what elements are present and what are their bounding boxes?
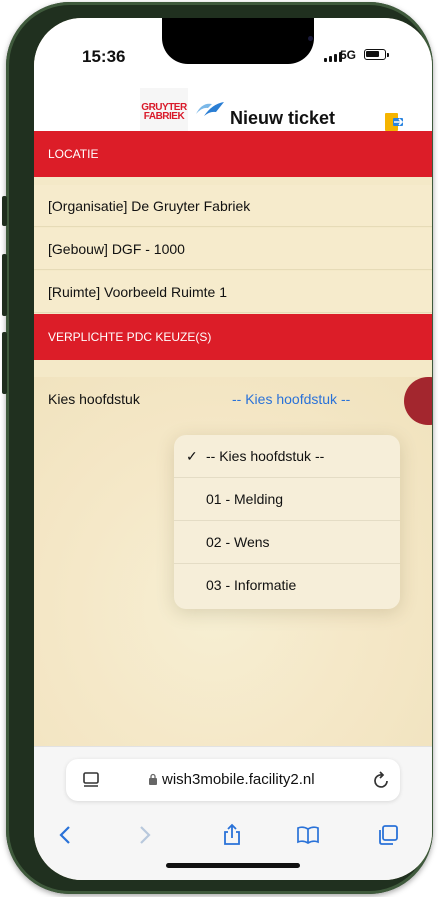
location-row-room[interactable]: [Ruimte] Voorbeeld Ruimte 1 bbox=[34, 271, 432, 313]
status-bar: 15:36 5G bbox=[34, 18, 432, 88]
forward-icon[interactable] bbox=[132, 823, 156, 847]
page-menu-icon[interactable] bbox=[82, 771, 100, 789]
location-row-organisation[interactable]: [Organisatie] De Gruyter Fabriek bbox=[34, 185, 432, 227]
location-row-building[interactable]: [Gebouw] DGF - 1000 bbox=[34, 228, 432, 270]
pdc-section-header: VERPLICHTE PDC KEUZE(S) bbox=[34, 314, 432, 360]
mute-switch bbox=[2, 196, 7, 226]
dropdown-option[interactable]: 01 - Melding bbox=[174, 478, 400, 521]
exit-icon[interactable] bbox=[384, 112, 404, 132]
dropdown-option[interactable]: 02 - Wens bbox=[174, 521, 400, 564]
bookmarks-icon[interactable] bbox=[296, 823, 320, 847]
back-icon[interactable] bbox=[54, 823, 78, 847]
dropdown-option-label: -- Kies hoofdstuk -- bbox=[206, 448, 325, 464]
dropdown-option-label: 02 - Wens bbox=[206, 534, 270, 550]
browser-toolbar: wish3mobile.facility2.nl bbox=[34, 746, 432, 880]
network-type: 5G bbox=[340, 48, 357, 62]
chapter-dropdown-menu: ✓ -- Kies hoofdstuk -- 01 - Melding 02 -… bbox=[174, 435, 400, 609]
home-indicator[interactable] bbox=[166, 863, 300, 868]
camera-dot bbox=[308, 36, 313, 41]
screen: 15:36 5G GRUYTER FABRIEK Nieuw ticket LO… bbox=[34, 18, 432, 880]
logo-text-line2: FABRIEK bbox=[143, 111, 185, 122]
volume-up-button bbox=[2, 254, 7, 316]
dropdown-option-label: 01 - Melding bbox=[206, 491, 284, 507]
tabs-icon[interactable] bbox=[376, 823, 400, 847]
reload-icon[interactable] bbox=[372, 769, 392, 791]
volume-down-button bbox=[2, 332, 7, 394]
chapter-select[interactable]: -- Kies hoofdstuk -- bbox=[232, 391, 350, 407]
address-bar[interactable]: wish3mobile.facility2.nl bbox=[66, 759, 400, 801]
dropdown-option[interactable]: 03 - Informatie bbox=[174, 564, 400, 607]
status-time: 15:36 bbox=[82, 47, 126, 66]
location-section-header: LOCATIE bbox=[34, 131, 432, 177]
dropdown-option-label: 03 - Informatie bbox=[206, 577, 297, 593]
page-title: Nieuw ticket bbox=[230, 108, 336, 128]
dropdown-option[interactable]: ✓ -- Kies hoofdstuk -- bbox=[174, 435, 400, 478]
company-logo: GRUYTER FABRIEK bbox=[140, 88, 188, 136]
wing-logo-icon bbox=[196, 102, 224, 116]
battery-icon bbox=[364, 49, 389, 60]
browser-nav-row bbox=[34, 817, 432, 853]
chapter-field-label: Kies hoofdstuk bbox=[48, 391, 140, 407]
url-text: wish3mobile.facility2.nl bbox=[162, 771, 315, 788]
lock-icon bbox=[149, 773, 157, 785]
checkmark-icon: ✓ bbox=[186, 448, 198, 464]
share-icon[interactable] bbox=[220, 823, 244, 847]
notch bbox=[162, 18, 314, 64]
floating-action-handle[interactable] bbox=[404, 377, 432, 425]
